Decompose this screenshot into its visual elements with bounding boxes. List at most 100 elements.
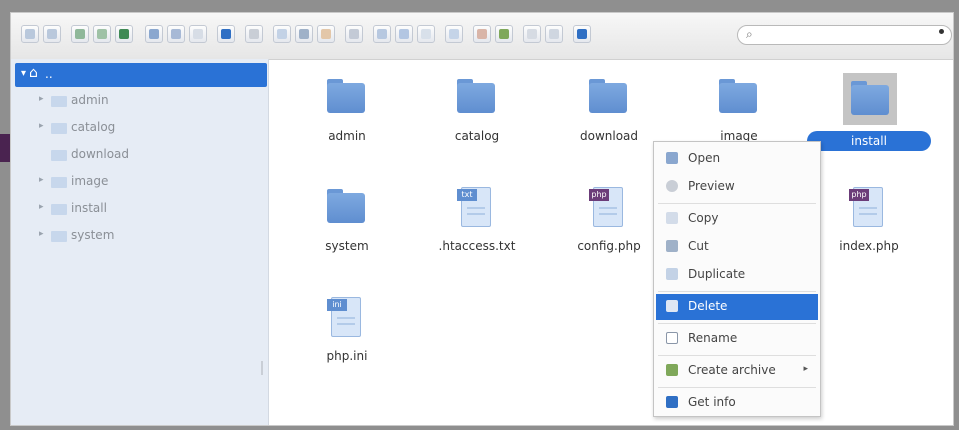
- menu-item-preview[interactable]: Preview: [656, 174, 818, 200]
- rename-button[interactable]: [345, 25, 363, 43]
- folder-icon: [327, 187, 367, 231]
- menu-item-delete[interactable]: Delete: [656, 294, 818, 320]
- folder-icon: [589, 77, 629, 121]
- file-name: index.php: [839, 239, 899, 253]
- php-file-icon: php: [589, 187, 629, 231]
- menu-item-get-info[interactable]: Get info: [656, 390, 818, 416]
- mkfile-button[interactable]: [417, 25, 435, 43]
- menu-item-duplicate[interactable]: Duplicate: [656, 262, 818, 288]
- copy-icon: [666, 212, 678, 224]
- tree-root-item[interactable]: ▾ ⌂ ..: [15, 63, 267, 87]
- file-item-install[interactable]: install: [807, 67, 931, 157]
- expand-arrow-icon[interactable]: ▸: [39, 175, 44, 185]
- menu-item-cut[interactable]: Cut: [656, 234, 818, 260]
- preview-button[interactable]: [245, 25, 263, 43]
- submenu-arrow-icon: ▸: [803, 364, 808, 374]
- view-button[interactable]: [545, 25, 563, 43]
- back-button[interactable]: [21, 25, 39, 43]
- file-name: admin: [328, 129, 366, 143]
- tree-item-label: download: [71, 147, 130, 161]
- tree-item-label: system: [71, 228, 115, 242]
- ini-file-icon: ini: [327, 297, 367, 341]
- file-name: download: [579, 129, 639, 143]
- extract-button[interactable]: [473, 25, 491, 43]
- file-badge: php: [589, 189, 609, 201]
- menu-separator: [658, 355, 816, 356]
- file-name: php.ini: [326, 349, 368, 363]
- file-item-admin[interactable]: admin: [297, 67, 397, 157]
- file-item-config[interactable]: php config.php: [559, 177, 659, 267]
- file-name: .htaccess.txt: [438, 239, 516, 253]
- selection-highlight: [843, 73, 897, 125]
- menu-item-label: Rename: [688, 331, 738, 345]
- folder-icon: [51, 150, 67, 161]
- reload-button[interactable]: [93, 25, 111, 43]
- tree-item-catalog[interactable]: ▸ catalog: [11, 116, 261, 140]
- file-item-index[interactable]: php index.php: [819, 177, 919, 267]
- file-item-system[interactable]: system: [297, 177, 397, 267]
- help-button[interactable]: [573, 25, 591, 43]
- menu-item-label: Get info: [688, 395, 736, 409]
- menu-item-label: Duplicate: [688, 267, 746, 281]
- file-item-download[interactable]: download: [559, 67, 659, 157]
- sidebar-resize-handle[interactable]: [261, 361, 263, 375]
- menu-item-copy[interactable]: Copy: [656, 206, 818, 232]
- tree-item-label: image: [71, 174, 109, 188]
- paste-button[interactable]: [317, 25, 335, 43]
- file-item-phpini[interactable]: ini php.ini: [297, 287, 397, 377]
- cut-button[interactable]: [295, 25, 313, 43]
- open-icon: [666, 152, 678, 164]
- menu-item-create-archive[interactable]: Create archive ▸: [656, 358, 818, 384]
- toolbar: ⌕: [11, 13, 953, 60]
- home-icon: ⌂: [29, 65, 38, 81]
- folder-icon: [51, 177, 67, 188]
- menu-item-label: Create archive: [688, 363, 776, 377]
- expand-arrow-icon[interactable]: ▸: [39, 94, 44, 104]
- duplicate-icon: [666, 268, 678, 280]
- trash-icon: [666, 300, 678, 312]
- download-button[interactable]: [167, 25, 185, 43]
- expand-arrow-icon[interactable]: ▾: [21, 68, 26, 79]
- tree-item-install[interactable]: ▸ install: [11, 197, 261, 221]
- menu-item-rename[interactable]: Rename: [656, 326, 818, 352]
- menu-item-open[interactable]: Open: [656, 146, 818, 172]
- upload-button[interactable]: [445, 25, 463, 43]
- archive-button[interactable]: [495, 25, 513, 43]
- tree-item-label: install: [71, 201, 107, 215]
- tree-item-label: admin: [71, 93, 109, 107]
- expand-arrow-icon[interactable]: ▸: [39, 202, 44, 212]
- file-manager-window: ⌕ ▾ ⌂ .. ▸ admin ▸ catalog download ▸ im: [10, 12, 954, 426]
- menu-item-label: Delete: [688, 299, 728, 313]
- info-icon: [666, 396, 678, 408]
- php-file-icon: php: [849, 187, 889, 231]
- tree-item-admin[interactable]: ▸ admin: [11, 89, 261, 113]
- tree-item-download[interactable]: download: [11, 143, 261, 167]
- tree-item-image[interactable]: ▸ image: [11, 170, 261, 194]
- expand-arrow-icon[interactable]: ▸: [39, 229, 44, 239]
- search-button[interactable]: [523, 25, 541, 43]
- file-item-catalog[interactable]: catalog: [427, 67, 527, 157]
- search-box[interactable]: ⌕: [737, 25, 952, 45]
- expand-arrow-icon[interactable]: ▸: [39, 121, 44, 131]
- open-button[interactable]: [145, 25, 163, 43]
- file-name: system: [325, 239, 369, 253]
- home-button[interactable]: [115, 25, 133, 43]
- copy-button[interactable]: [273, 25, 291, 43]
- getfile-button[interactable]: [189, 25, 207, 43]
- info-button[interactable]: [217, 25, 235, 43]
- eye-icon: [666, 180, 678, 192]
- clear-search-icon[interactable]: [939, 29, 944, 34]
- menu-separator: [658, 387, 816, 388]
- up-folder-button[interactable]: [71, 25, 89, 43]
- duplicate-button[interactable]: [373, 25, 391, 43]
- forward-button[interactable]: [43, 25, 61, 43]
- file-item-htaccess[interactable]: txt .htaccess.txt: [427, 177, 527, 267]
- background-strip: [0, 134, 10, 162]
- tree-item-system[interactable]: ▸ system: [11, 224, 261, 248]
- folder-icon: [851, 79, 891, 123]
- file-badge: txt: [457, 189, 477, 201]
- search-input[interactable]: [760, 28, 935, 42]
- mkdir-button[interactable]: [395, 25, 413, 43]
- file-area: admin catalog download image install sys…: [269, 59, 953, 425]
- menu-separator: [658, 291, 816, 292]
